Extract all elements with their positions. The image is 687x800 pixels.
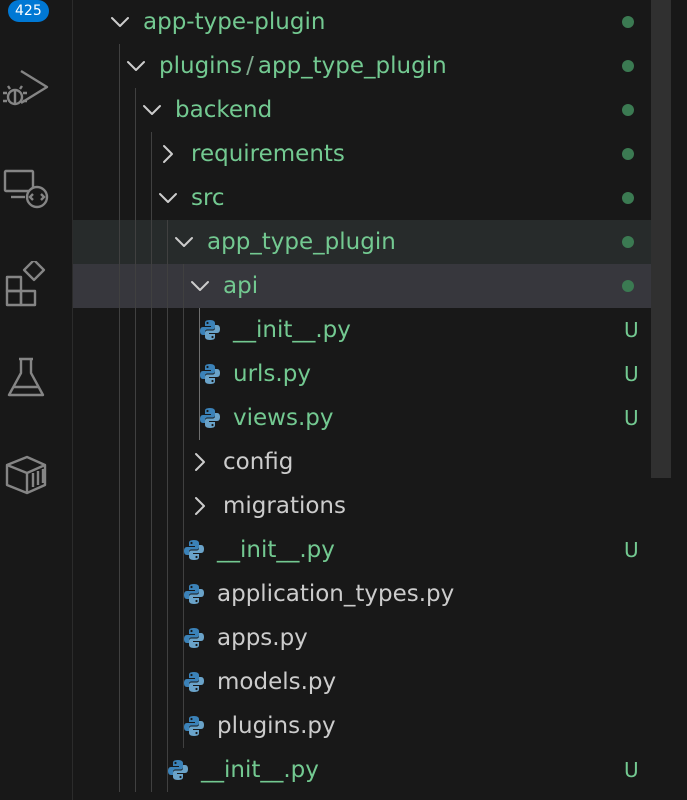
modified-dot [622, 16, 634, 28]
chevron-down-icon[interactable] [173, 231, 195, 253]
item-label: plugins.py [217, 713, 336, 739]
folder-item[interactable]: migrations [73, 484, 671, 528]
containers-icon[interactable] [0, 448, 52, 500]
compact-folder-part[interactable]: plugins [159, 53, 242, 79]
modified-dot [622, 280, 634, 292]
python-file-icon [198, 362, 222, 386]
item-label: __init__.py [201, 757, 319, 783]
python-file-icon [182, 626, 206, 650]
python-file-icon [182, 582, 206, 606]
file-item[interactable]: __init__.py U [73, 528, 671, 572]
compact-folder-part[interactable]: app_type_plugin [258, 53, 447, 79]
item-label: views.py [233, 405, 334, 431]
git-status-badge: U [624, 758, 639, 782]
git-status-badge: U [624, 538, 639, 562]
item-label: urls.py [233, 361, 311, 387]
python-file-icon [198, 406, 222, 430]
path-separator: / [246, 53, 254, 79]
chevron-down-icon[interactable] [189, 275, 211, 297]
chevron-down-icon[interactable] [125, 55, 147, 77]
file-item[interactable]: urls.py U [73, 352, 671, 396]
chevron-down-icon[interactable] [109, 11, 131, 33]
folder-item[interactable]: app-type-plugin [73, 0, 671, 44]
file-explorer-tree: app-type-plugin plugins / app_type_plugin ba… [73, 0, 687, 800]
activity-bar: 425 [0, 0, 73, 800]
chevron-right-icon[interactable] [189, 495, 211, 517]
item-label: api [223, 273, 259, 299]
folder-item[interactable]: config [73, 440, 671, 484]
folder-item[interactable]: backend [73, 88, 671, 132]
run-debug-icon[interactable] [0, 62, 52, 114]
notification-badge: 425 [8, 0, 49, 22]
testing-icon[interactable] [0, 352, 52, 404]
modified-dot [622, 104, 634, 116]
explorer-scrollbar[interactable] [651, 0, 671, 478]
chevron-down-icon[interactable] [141, 99, 163, 121]
chevron-right-icon[interactable] [189, 451, 211, 473]
item-label: app-type-plugin [143, 9, 326, 35]
folder-item[interactable]: src [73, 176, 671, 220]
indent-guide [167, 220, 168, 792]
python-file-icon [182, 670, 206, 694]
folder-item[interactable]: requirements [73, 132, 671, 176]
git-status-badge: U [624, 362, 639, 386]
python-file-icon [198, 318, 222, 342]
folder-item[interactable]: app_type_plugin [73, 220, 671, 264]
indent-guide [119, 44, 120, 792]
item-label: apps.py [217, 625, 308, 651]
python-file-icon [182, 538, 206, 562]
item-label: models.py [217, 669, 337, 695]
file-item[interactable]: apps.py [73, 616, 671, 660]
item-label: __init__.py [233, 317, 351, 343]
remote-explorer-icon[interactable] [0, 162, 52, 214]
modified-dot [622, 148, 634, 160]
item-label: app_type_plugin [207, 229, 396, 255]
scroll-track [671, 0, 687, 800]
item-label: config [223, 449, 294, 475]
item-label: backend [175, 97, 273, 123]
file-item[interactable]: __init__.py U [73, 308, 671, 352]
compact-folder-label: plugins / app_type_plugin [159, 44, 447, 88]
file-item[interactable]: application_types.py [73, 572, 671, 616]
git-status-badge: U [624, 406, 639, 430]
item-label: src [191, 185, 225, 211]
file-item[interactable]: __init__.py U [73, 748, 671, 792]
indent-guide [183, 264, 184, 748]
chevron-down-icon[interactable] [157, 187, 179, 209]
folder-item[interactable]: api [73, 264, 671, 308]
modified-dot [622, 60, 634, 72]
modified-dot [622, 236, 634, 248]
item-label: application_types.py [217, 581, 455, 607]
modified-dot [622, 192, 634, 204]
item-label: __init__.py [217, 537, 335, 563]
file-item[interactable]: views.py U [73, 396, 671, 440]
indent-guide [135, 88, 136, 792]
extensions-icon[interactable] [0, 258, 52, 310]
file-item[interactable]: models.py [73, 660, 671, 704]
folder-item[interactable]: plugins / app_type_plugin [73, 44, 671, 88]
item-label: requirements [191, 141, 345, 167]
item-label: migrations [223, 493, 346, 519]
python-file-icon [182, 714, 206, 738]
chevron-right-icon[interactable] [157, 143, 179, 165]
git-status-badge: U [624, 318, 639, 342]
indent-guide [151, 132, 152, 792]
python-file-icon [166, 758, 190, 782]
indent-guide [199, 308, 200, 440]
file-item[interactable]: plugins.py [73, 704, 671, 748]
